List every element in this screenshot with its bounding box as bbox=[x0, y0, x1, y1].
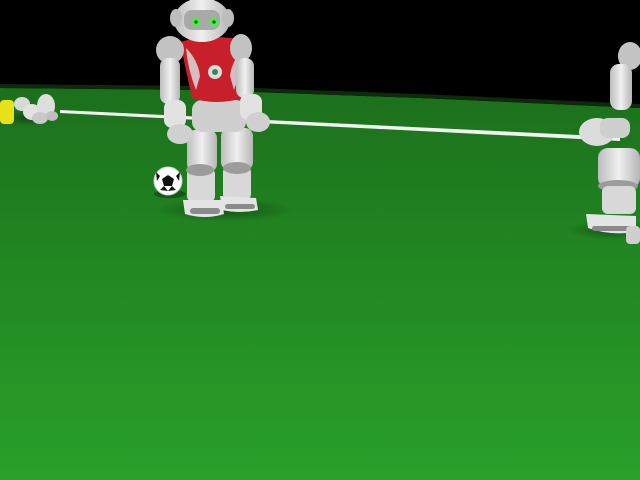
robot-left-forearm bbox=[164, 100, 186, 128]
robot-soccer-scene bbox=[0, 0, 640, 480]
robot-left-upper-arm bbox=[160, 58, 180, 104]
green-field bbox=[0, 88, 640, 480]
robot-right-hand bbox=[246, 112, 270, 132]
robot-right-shoulder bbox=[230, 34, 252, 62]
scene-svg bbox=[0, 0, 640, 480]
partial-robot-upper-arm bbox=[610, 64, 632, 110]
robot-right-upper-arm bbox=[236, 58, 254, 98]
robot-hips bbox=[192, 100, 246, 132]
fallen-robot-jersey bbox=[0, 100, 14, 124]
robot-left-hand bbox=[167, 124, 193, 144]
